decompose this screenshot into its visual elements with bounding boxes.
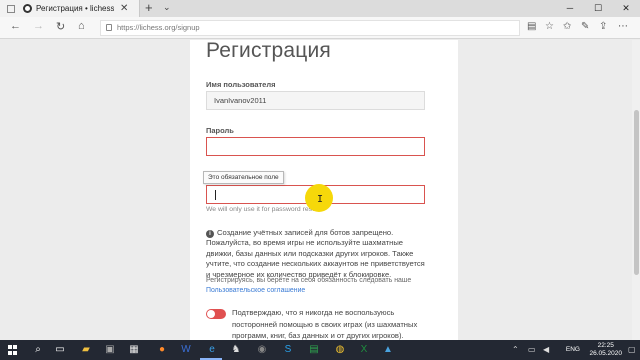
password-field[interactable]: [206, 137, 425, 156]
tab-list-chevron-icon[interactable]: ⌄: [163, 2, 171, 13]
username-label: Имя пользователя: [206, 80, 276, 89]
chrome-icon[interactable]: ◍: [334, 344, 346, 356]
bot-policy-notice: i Создание учётных записей для ботов запр…: [206, 228, 431, 280]
task-view-icon[interactable]: ▭: [54, 344, 66, 356]
firefox-icon[interactable]: ●: [156, 344, 168, 356]
confirm-text: Подтверждаю, что я никогда не воспользую…: [232, 308, 418, 340]
home-icon[interactable]: ⌂: [78, 20, 85, 32]
reading-view-icon[interactable]: ▤: [527, 21, 536, 32]
notifications-icon[interactable]: ▢: [628, 345, 636, 354]
page-content: Регистрация Имя пользователя IvanIvanov2…: [0, 39, 640, 340]
terms-text: Регистрируясь, вы берёте на себя обязанн…: [206, 277, 412, 284]
spreadsheet-icon[interactable]: ▤: [308, 344, 320, 356]
lock-icon[interactable]: [106, 24, 112, 31]
favorite-star-icon[interactable]: ☆: [545, 21, 554, 32]
more-menu-icon[interactable]: ⋯: [618, 21, 628, 32]
scrollbar-thumb[interactable]: [634, 110, 639, 275]
password-label: Пароль: [206, 126, 234, 135]
chess-icon[interactable]: ♞: [230, 344, 242, 356]
windows-logo[interactable]: [8, 345, 18, 355]
camera-icon[interactable]: ◉: [256, 344, 268, 356]
required-field-tooltip: Это обязательное поле: [203, 171, 284, 184]
grid-app-icon[interactable]: ▦: [128, 344, 140, 356]
close-window-button[interactable]: ✕: [612, 0, 640, 17]
text-cursor-icon: I: [317, 194, 324, 205]
photos-icon[interactable]: ▲: [382, 344, 394, 356]
tab-actions-icon[interactable]: [7, 4, 15, 13]
clock-time: 22:25: [597, 342, 614, 349]
window-controls: ─ ☐ ✕: [556, 0, 640, 17]
username-field[interactable]: IvanIvanov2011: [206, 91, 425, 110]
notes-pen-icon[interactable]: ✎: [581, 21, 589, 32]
signup-card: Регистрация Имя пользователя IvanIvanov2…: [190, 39, 458, 340]
bot-policy-text: Создание учётных записей для ботов запре…: [206, 228, 425, 279]
address-bar[interactable]: https://lichess.org/signup: [100, 20, 520, 36]
clock[interactable]: 22:25 26.05.2020: [589, 342, 622, 358]
edge-icon[interactable]: e: [206, 344, 218, 356]
taskbar: ⌕ ▭ ▰ ▣ ▦ ● W e ♞ ◉ S ▤ ◍ X ▲ ⌃ ▭ ◀ ENG …: [0, 340, 640, 360]
tab-title: Регистрация • lichess.o: [36, 4, 114, 13]
excel-icon[interactable]: X: [358, 344, 370, 356]
text-caret: [215, 190, 216, 200]
email-hint: We will only use it for password reset.: [206, 206, 320, 213]
share-icon[interactable]: ⇪: [599, 21, 607, 32]
word-icon[interactable]: W: [180, 344, 192, 356]
confirm-toggle[interactable]: [206, 309, 226, 319]
skype-icon[interactable]: S: [282, 344, 294, 356]
favorites-hub-icon[interactable]: ✩: [563, 21, 571, 32]
clock-date: 26.05.2020: [589, 350, 622, 357]
page-scrollbar[interactable]: [632, 40, 640, 340]
address-url: https://lichess.org/signup: [117, 23, 200, 32]
info-icon: i: [206, 230, 214, 238]
terms-notice: Регистрируясь, вы берёте на себя обязанн…: [206, 276, 431, 295]
network-icon[interactable]: ▭: [528, 345, 536, 354]
language-indicator[interactable]: ENG: [566, 346, 580, 353]
tab-close-icon[interactable]: ✕: [120, 3, 128, 14]
minimize-button[interactable]: ─: [556, 0, 584, 17]
tray-chevron-icon[interactable]: ⌃: [512, 345, 519, 354]
browser-toolbar: ← → ↻ ⌂ https://lichess.org/signup ▤ ☆ ✩…: [0, 17, 640, 39]
terms-link[interactable]: Пользовательское соглашение: [206, 286, 431, 296]
back-arrow-icon[interactable]: ←: [10, 20, 21, 32]
browser-tab[interactable]: Регистрация • lichess.o ✕: [0, 0, 140, 17]
maximize-button[interactable]: ☐: [584, 0, 612, 17]
new-tab-button[interactable]: +: [145, 0, 153, 16]
page-title: Регистрация: [206, 39, 331, 62]
refresh-icon[interactable]: ↻: [56, 20, 65, 33]
volume-icon[interactable]: ◀: [543, 345, 549, 354]
search-icon[interactable]: ⌕: [32, 344, 44, 356]
forward-arrow-icon[interactable]: →: [33, 20, 44, 32]
lichess-favicon-icon: [23, 4, 32, 13]
app-icon[interactable]: ▣: [104, 344, 116, 356]
tab-strip: Регистрация • lichess.o ✕ + ⌄ ─ ☐ ✕: [0, 0, 640, 17]
file-explorer-icon[interactable]: ▰: [80, 344, 92, 356]
